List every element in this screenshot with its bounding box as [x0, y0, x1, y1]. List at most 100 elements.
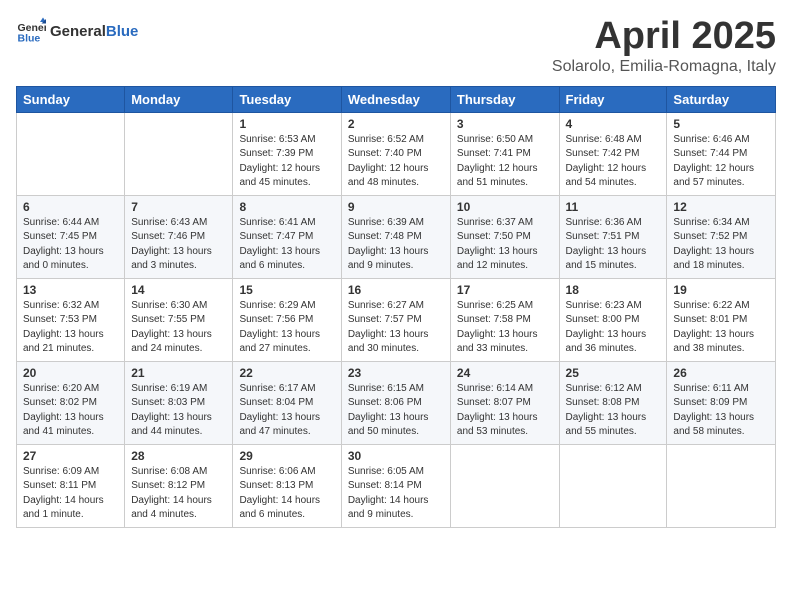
day-number: 14 [131, 283, 226, 297]
calendar-cell: 28Sunrise: 6:08 AM Sunset: 8:12 PM Dayli… [125, 444, 233, 527]
calendar-cell: 30 Sunrise: 6:05 AM Sunset: 8:14 PM Dayli… [341, 444, 450, 527]
calendar-cell [17, 112, 125, 195]
weekday-header: Saturday [667, 86, 776, 112]
calendar-cell: 27Sunrise: 6:09 AM Sunset: 8:11 PM Dayli… [17, 444, 125, 527]
day-number: 24 [457, 366, 553, 380]
day-number: 19 [673, 283, 769, 297]
day-info: Sunrise: 6:25 AM Sunset: 7:58 PM Dayligh… [457, 299, 553, 357]
location-title: Solarolo, Emilia-Romagna, Italy [552, 58, 776, 76]
day-number: 10 [457, 200, 553, 214]
title-area: April 2025 Solarolo, Emilia-Romagna, Ita… [552, 16, 776, 76]
calendar-cell: 15 Sunrise: 6:29 AM Sunset: 7:56 PM Dayli… [233, 278, 341, 361]
page-header: General Blue GeneralBlue April 2025 Sola… [16, 16, 776, 76]
calendar-cell: 19 Sunrise: 6:22 AM Sunset: 8:01 PM Dayli… [667, 278, 776, 361]
day-number: 23 [348, 366, 444, 380]
calendar-cell: 24 Sunrise: 6:14 AM Sunset: 8:07 PM Dayli… [450, 361, 559, 444]
weekday-header: Tuesday [233, 86, 341, 112]
calendar-cell: 25Sunrise: 6:12 AM Sunset: 8:08 PM Dayli… [559, 361, 667, 444]
day-info: Sunrise: 6:06 AM Sunset: 8:13 PM Dayligh… [239, 465, 334, 523]
logo: General Blue GeneralBlue [16, 16, 138, 46]
day-number: 8 [239, 200, 334, 214]
calendar-cell: 1 Sunrise: 6:53 AM Sunset: 7:39 PM Daylig… [233, 112, 341, 195]
day-number: 4 [566, 117, 661, 131]
day-number: 29 [239, 449, 334, 463]
day-info: Sunrise: 6:46 AM Sunset: 7:44 PM Dayligh… [673, 133, 769, 191]
day-info: Sunrise: 6:11 AM Sunset: 8:09 PM Dayligh… [673, 382, 769, 440]
logo-icon: General Blue [16, 16, 46, 46]
calendar-cell: 9Sunrise: 6:39 AM Sunset: 7:48 PM Daylig… [341, 195, 450, 278]
calendar-cell: 11Sunrise: 6:36 AM Sunset: 7:51 PM Dayli… [559, 195, 667, 278]
day-number: 30 [348, 449, 444, 463]
calendar-cell: 7Sunrise: 6:43 AM Sunset: 7:46 PM Daylig… [125, 195, 233, 278]
day-info: Sunrise: 6:14 AM Sunset: 8:07 PM Dayligh… [457, 382, 553, 440]
day-info: Sunrise: 6:37 AM Sunset: 7:50 PM Dayligh… [457, 216, 553, 274]
day-info: Sunrise: 6:22 AM Sunset: 8:01 PM Dayligh… [673, 299, 769, 357]
calendar-cell: 22Sunrise: 6:17 AM Sunset: 8:04 PM Dayli… [233, 361, 341, 444]
day-number: 21 [131, 366, 226, 380]
day-info: Sunrise: 6:53 AM Sunset: 7:39 PM Dayligh… [239, 133, 334, 191]
calendar-cell: 4 Sunrise: 6:48 AM Sunset: 7:42 PM Daylig… [559, 112, 667, 195]
month-title: April 2025 [552, 16, 776, 58]
calendar-week-row: 20 Sunrise: 6:20 AM Sunset: 8:02 PM Dayli… [17, 361, 776, 444]
calendar-table: SundayMondayTuesdayWednesdayThursdayFrid… [16, 86, 776, 528]
weekday-header: Monday [125, 86, 233, 112]
day-number: 7 [131, 200, 226, 214]
day-number: 20 [23, 366, 118, 380]
calendar-week-row: 13Sunrise: 6:32 AM Sunset: 7:53 PM Dayli… [17, 278, 776, 361]
logo-general-text: General [50, 23, 106, 40]
day-number: 15 [239, 283, 334, 297]
calendar-cell [450, 444, 559, 527]
calendar-cell: 23 Sunrise: 6:15 AM Sunset: 8:06 PM Dayli… [341, 361, 450, 444]
day-info: Sunrise: 6:52 AM Sunset: 7:40 PM Dayligh… [348, 133, 444, 191]
day-info: Sunrise: 6:29 AM Sunset: 7:56 PM Dayligh… [239, 299, 334, 357]
day-info: Sunrise: 6:05 AM Sunset: 8:14 PM Dayligh… [348, 465, 444, 523]
day-number: 25 [566, 366, 661, 380]
calendar-cell: 2 Sunrise: 6:52 AM Sunset: 7:40 PM Daylig… [341, 112, 450, 195]
day-info: Sunrise: 6:15 AM Sunset: 8:06 PM Dayligh… [348, 382, 444, 440]
calendar-cell: 29 Sunrise: 6:06 AM Sunset: 8:13 PM Dayli… [233, 444, 341, 527]
calendar-cell: 16 Sunrise: 6:27 AM Sunset: 7:57 PM Dayli… [341, 278, 450, 361]
day-info: Sunrise: 6:41 AM Sunset: 7:47 PM Dayligh… [239, 216, 334, 274]
calendar-week-row: 27Sunrise: 6:09 AM Sunset: 8:11 PM Dayli… [17, 444, 776, 527]
calendar-cell: 20 Sunrise: 6:20 AM Sunset: 8:02 PM Dayli… [17, 361, 125, 444]
calendar-cell: 13Sunrise: 6:32 AM Sunset: 7:53 PM Dayli… [17, 278, 125, 361]
day-number: 28 [131, 449, 226, 463]
day-number: 11 [566, 200, 661, 214]
day-info: Sunrise: 6:19 AM Sunset: 8:03 PM Dayligh… [131, 382, 226, 440]
day-info: Sunrise: 6:34 AM Sunset: 7:52 PM Dayligh… [673, 216, 769, 274]
calendar-week-row: 1 Sunrise: 6:53 AM Sunset: 7:39 PM Daylig… [17, 112, 776, 195]
day-info: Sunrise: 6:48 AM Sunset: 7:42 PM Dayligh… [566, 133, 661, 191]
calendar-cell: 10 Sunrise: 6:37 AM Sunset: 7:50 PM Dayli… [450, 195, 559, 278]
day-info: Sunrise: 6:27 AM Sunset: 7:57 PM Dayligh… [348, 299, 444, 357]
calendar-cell [667, 444, 776, 527]
day-info: Sunrise: 6:23 AM Sunset: 8:00 PM Dayligh… [566, 299, 661, 357]
day-number: 18 [566, 283, 661, 297]
logo-blue-text: Blue [106, 23, 139, 40]
calendar-cell: 21 Sunrise: 6:19 AM Sunset: 8:03 PM Dayli… [125, 361, 233, 444]
calendar-week-row: 6Sunrise: 6:44 AM Sunset: 7:45 PM Daylig… [17, 195, 776, 278]
weekday-header: Wednesday [341, 86, 450, 112]
calendar-cell: 8 Sunrise: 6:41 AM Sunset: 7:47 PM Daylig… [233, 195, 341, 278]
calendar-cell: 17 Sunrise: 6:25 AM Sunset: 7:58 PM Dayli… [450, 278, 559, 361]
calendar-header-row: SundayMondayTuesdayWednesdayThursdayFrid… [17, 86, 776, 112]
day-number: 16 [348, 283, 444, 297]
svg-text:Blue: Blue [18, 33, 41, 45]
day-number: 12 [673, 200, 769, 214]
day-number: 17 [457, 283, 553, 297]
day-info: Sunrise: 6:20 AM Sunset: 8:02 PM Dayligh… [23, 382, 118, 440]
day-number: 27 [23, 449, 118, 463]
day-number: 2 [348, 117, 444, 131]
day-number: 9 [348, 200, 444, 214]
calendar-cell: 12 Sunrise: 6:34 AM Sunset: 7:52 PM Dayli… [667, 195, 776, 278]
day-info: Sunrise: 6:44 AM Sunset: 7:45 PM Dayligh… [23, 216, 118, 274]
calendar-cell: 6Sunrise: 6:44 AM Sunset: 7:45 PM Daylig… [17, 195, 125, 278]
calendar-cell: 14Sunrise: 6:30 AM Sunset: 7:55 PM Dayli… [125, 278, 233, 361]
calendar-cell: 18 Sunrise: 6:23 AM Sunset: 8:00 PM Dayli… [559, 278, 667, 361]
weekday-header: Friday [559, 86, 667, 112]
calendar-cell: 26Sunrise: 6:11 AM Sunset: 8:09 PM Dayli… [667, 361, 776, 444]
weekday-header: Thursday [450, 86, 559, 112]
calendar-cell: 3Sunrise: 6:50 AM Sunset: 7:41 PM Daylig… [450, 112, 559, 195]
day-number: 1 [239, 117, 334, 131]
calendar-cell [559, 444, 667, 527]
day-info: Sunrise: 6:32 AM Sunset: 7:53 PM Dayligh… [23, 299, 118, 357]
